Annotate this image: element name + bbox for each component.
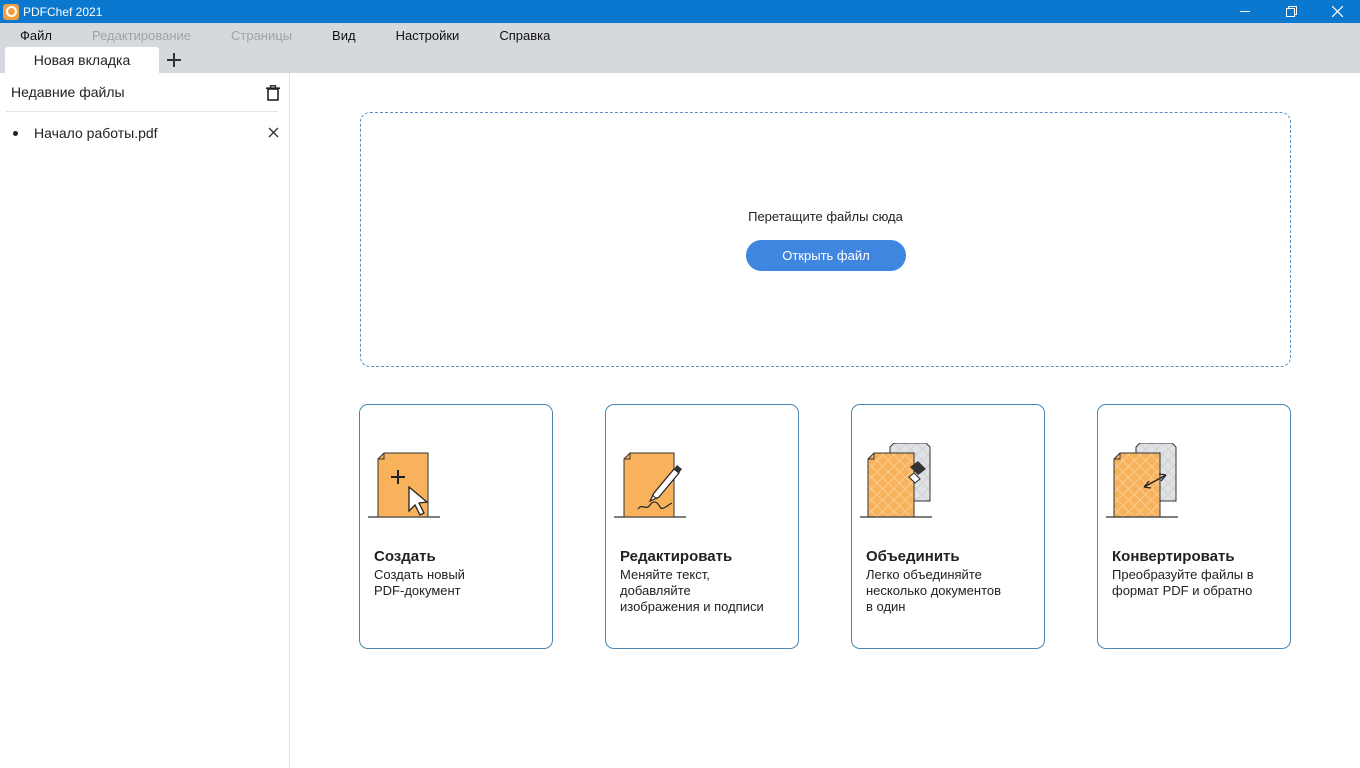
card-description: Легко объединяйте несколько документов в… xyxy=(866,567,1002,614)
menu-pages[interactable]: Страницы xyxy=(211,28,312,43)
menu-bar: Файл Редактирование Страницы Вид Настрой… xyxy=(0,23,1360,47)
card-title: Редактировать xyxy=(620,548,733,565)
recent-files-title: Недавние файлы xyxy=(11,84,125,100)
card-description: Преобразуйте файлы в формат PDF и обратн… xyxy=(1112,567,1254,598)
minimize-button[interactable] xyxy=(1222,0,1268,23)
restore-icon xyxy=(1285,6,1297,17)
restore-button[interactable] xyxy=(1268,0,1314,23)
drop-zone[interactable]: Перетащите файлы сюда Открыть файл xyxy=(360,112,1291,367)
app-logo-icon xyxy=(3,3,19,20)
close-button[interactable] xyxy=(1314,0,1360,23)
edit-document-icon xyxy=(614,452,686,518)
convert-documents-icon xyxy=(1106,443,1178,518)
card-title: Объединить xyxy=(866,548,960,565)
menu-settings[interactable]: Настройки xyxy=(376,28,480,43)
trash-icon[interactable] xyxy=(265,85,281,101)
drop-prompt: Перетащите файлы сюда xyxy=(748,209,903,224)
open-file-button[interactable]: Открыть файл xyxy=(746,240,906,271)
card-description: Создать новый PDF-документ xyxy=(374,567,465,598)
merge-documents-icon xyxy=(860,443,932,518)
create-card[interactable]: Создать Создать новый PDF-документ xyxy=(359,404,553,649)
recent-file-name: Начало работы.pdf xyxy=(34,125,158,141)
add-tab-button[interactable] xyxy=(163,49,185,71)
convert-card[interactable]: Конвертировать Преобразуйте файлы в форм… xyxy=(1097,404,1291,649)
close-icon[interactable] xyxy=(268,127,279,138)
window-title: PDFChef 2021 xyxy=(23,4,103,19)
merge-card[interactable]: Объединить Легко объединяйте несколько д… xyxy=(851,404,1045,649)
card-title: Конвертировать xyxy=(1112,548,1235,565)
bullet xyxy=(13,130,18,136)
title-bar: PDFChef 2021 xyxy=(0,0,1360,23)
sidebar-divider xyxy=(6,111,278,112)
list-item[interactable]: Начало работы.pdf xyxy=(0,121,289,145)
recent-files-panel: Недавние файлы Начало работы.pdf xyxy=(0,73,290,768)
tab-label: Новая вкладка xyxy=(33,52,131,68)
tab-strip: Новая вкладка xyxy=(0,47,1360,73)
minimize-icon xyxy=(1239,11,1250,12)
window-controls xyxy=(1222,0,1360,23)
menu-file[interactable]: Файл xyxy=(0,28,72,43)
close-icon xyxy=(1331,6,1343,17)
tab-new[interactable]: Новая вкладка xyxy=(5,47,159,73)
recent-files-header: Недавние файлы xyxy=(0,73,289,111)
create-document-icon xyxy=(368,452,440,518)
card-description: Меняйте текст, добавляйте изображения и … xyxy=(620,567,764,614)
edit-card[interactable]: Редактировать Меняйте текст, добавляйте … xyxy=(605,404,799,649)
menu-view[interactable]: Вид xyxy=(312,28,376,43)
card-title: Создать xyxy=(374,548,436,565)
menu-help[interactable]: Справка xyxy=(479,28,570,43)
menu-edit[interactable]: Редактирование xyxy=(72,28,211,43)
